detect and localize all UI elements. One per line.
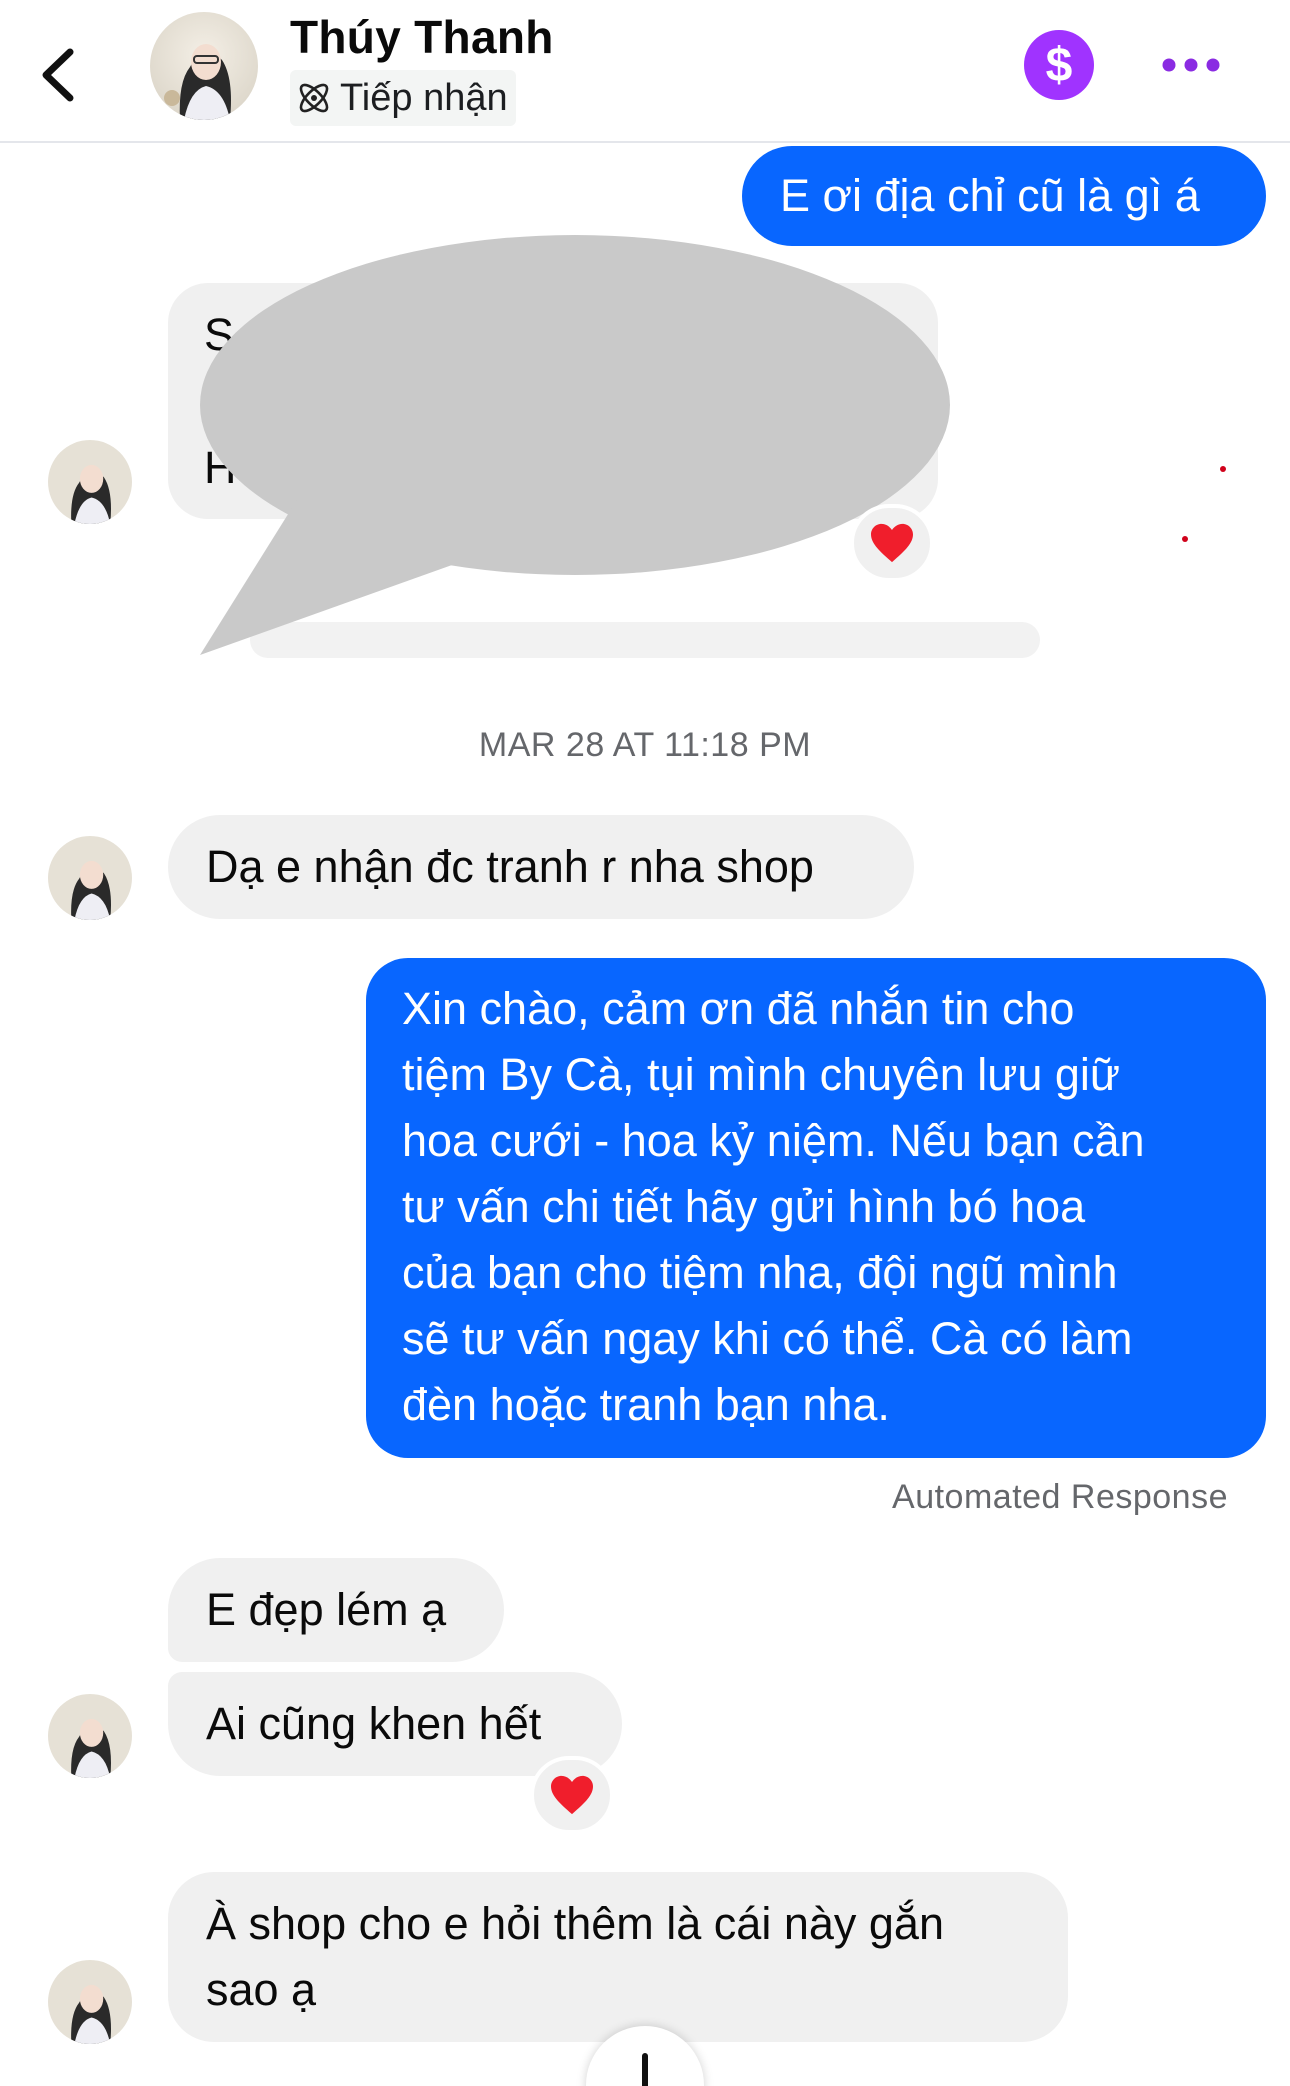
message-text-line: hoa cưới - hoa kỷ niệm. Nếu bạn cần (402, 1115, 1145, 1166)
scroll-to-bottom-button[interactable] (586, 2026, 704, 2086)
incoming-message[interactable]: Dạ e nhận đc tranh r nha shop (168, 815, 914, 919)
back-button[interactable] (32, 40, 92, 110)
more-options-button[interactable] (1158, 42, 1224, 88)
decorative-dot (1220, 466, 1226, 472)
incoming-message[interactable]: À shop cho e hỏi thêm là cái này gắn sao… (168, 1872, 1068, 2042)
message-text: Ai cũng khen hết (206, 1698, 542, 1749)
message-text-line: À shop cho e hỏi thêm là cái này gắn (206, 1898, 944, 1949)
heart-icon (871, 523, 913, 563)
auto-response-message[interactable]: Xin chào, cảm ơn đã nhắn tin cho tiệm By… (366, 958, 1266, 1458)
heart-reaction[interactable] (530, 1756, 614, 1834)
sender-avatar[interactable] (48, 440, 132, 524)
message-text: Dạ e nhận đc tranh r nha shop (206, 841, 814, 892)
message-timestamp: MAR 28 AT 11:18 PM (478, 726, 812, 764)
message-text-line: sao ạ (206, 1964, 317, 2015)
message-text-line: tư vấn chi tiết hãy gửi hình bó hoa (402, 1181, 1086, 1232)
message-text-line: sẽ tư vấn ngay khi có thể. Cà có làm (402, 1313, 1133, 1364)
chat-screen: Thúy Thanh Tiếp nhận $ E ơi địa chỉ cũ l… (0, 0, 1290, 2086)
message-text-line: Xin chào, cảm ơn đã nhắn tin cho (402, 983, 1075, 1034)
contact-avatar[interactable] (150, 12, 258, 120)
heart-icon (551, 1775, 593, 1815)
incoming-message[interactable]: E đẹp lém ạ (168, 1558, 504, 1662)
decorative-dot (1182, 536, 1188, 542)
more-dots-icon (1162, 58, 1220, 72)
automated-response-label: Automated Response (892, 1478, 1228, 1516)
dollar-icon: $ (1045, 38, 1073, 92)
atom-icon (299, 83, 329, 113)
sender-avatar[interactable] (48, 836, 132, 920)
chat-header: Thúy Thanh Tiếp nhận $ (0, 0, 1290, 143)
message-text-line: tiệm By Cà, tụi mình chuyên lưu giữ (402, 1049, 1121, 1100)
contact-status-label: Tiếp nhận (340, 76, 508, 119)
sender-avatar[interactable] (48, 1694, 132, 1778)
chevron-left-icon (42, 48, 74, 102)
sender-avatar[interactable] (48, 1960, 132, 2044)
contact-name[interactable]: Thúy Thanh (290, 10, 554, 64)
redaction-overlay (200, 235, 950, 655)
message-text: E đẹp lém ạ (206, 1584, 447, 1635)
message-text: E ơi địa chỉ cũ là gì á (780, 170, 1200, 221)
contact-status[interactable]: Tiếp nhận (290, 70, 516, 126)
heart-reaction[interactable] (850, 504, 934, 582)
payment-button[interactable]: $ (1024, 30, 1094, 100)
message-text-line: đèn hoặc tranh bạn nha. (402, 1379, 890, 1430)
message-text-line: của bạn cho tiệm nha, đội ngũ mình (402, 1247, 1118, 1298)
arrow-down-icon (642, 2053, 648, 2086)
